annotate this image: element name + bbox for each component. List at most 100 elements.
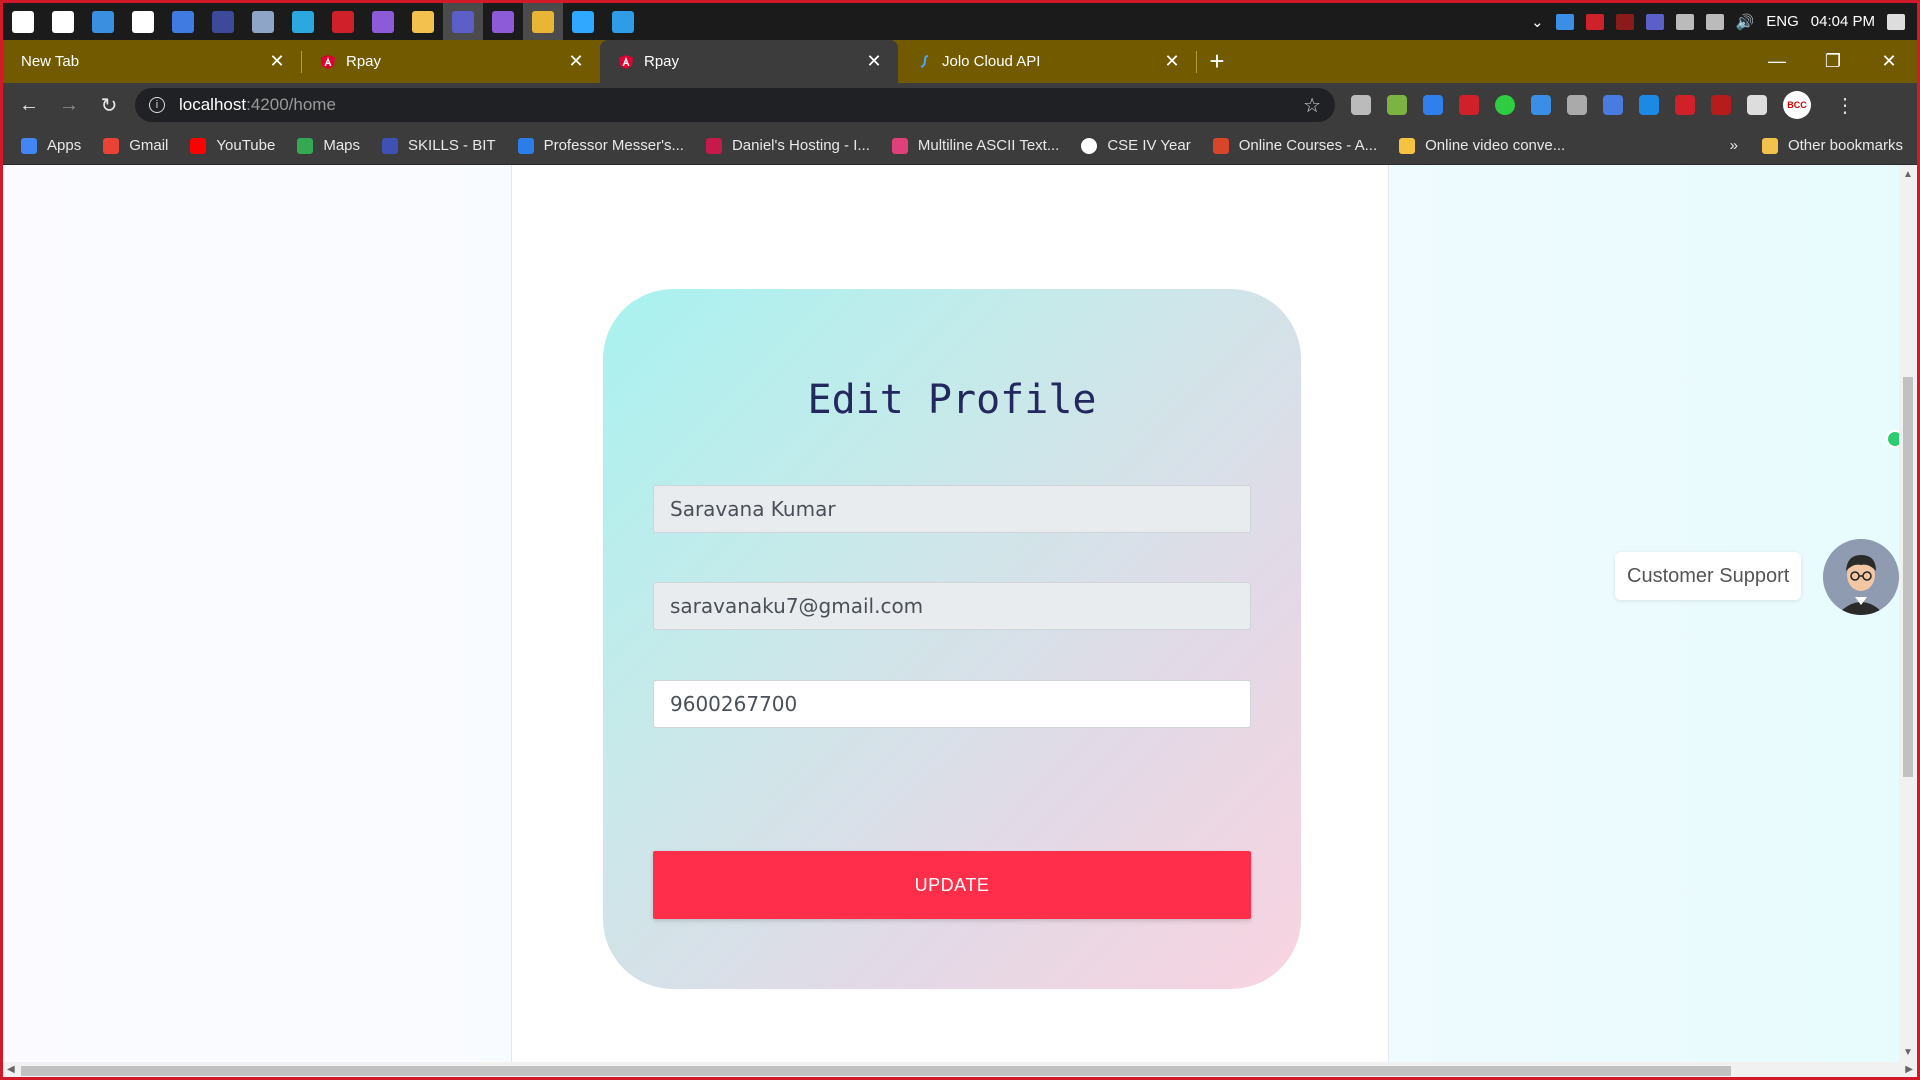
translate-extension-icon[interactable] xyxy=(1603,95,1623,115)
clock[interactable]: 04:04 PM xyxy=(1811,13,1875,30)
profile-avatar[interactable]: BCC xyxy=(1783,91,1811,119)
new-tab-button[interactable]: + xyxy=(1197,40,1237,83)
horizontal-scroll-thumb[interactable] xyxy=(21,1066,1731,1076)
tray-chevron-icon[interactable]: ⌄ xyxy=(1531,13,1544,31)
bookmark-label: Apps xyxy=(47,137,82,154)
tab-close-icon[interactable]: ✕ xyxy=(566,51,586,72)
bookmark-label: Online video conve... xyxy=(1425,137,1566,154)
extension-icon[interactable] xyxy=(1711,95,1731,115)
minimize-icon[interactable]: — xyxy=(1749,40,1805,83)
extension-icon[interactable] xyxy=(1423,95,1443,115)
store-icon[interactable] xyxy=(83,3,123,40)
vertical-scroll-thumb[interactable] xyxy=(1903,377,1913,777)
bookmark-item[interactable]: SKILLS - BIT xyxy=(382,137,496,154)
tray-app-2-icon[interactable] xyxy=(1615,13,1634,30)
network-icon[interactable] xyxy=(1705,13,1724,30)
task-view-icon[interactable] xyxy=(43,3,83,40)
bookmark-label: Multiline ASCII Text... xyxy=(917,137,1060,154)
browser-tab[interactable]: Rpay ✕ xyxy=(600,40,898,83)
extension-icon[interactable] xyxy=(1459,95,1479,115)
extension-icon[interactable] xyxy=(1495,95,1515,115)
bookmark-item[interactable]: CSE IV Year xyxy=(1081,137,1191,154)
customer-support-label[interactable]: Customer Support xyxy=(1615,552,1802,600)
bookmark-item[interactable]: YouTube xyxy=(190,137,275,154)
angular-icon xyxy=(320,54,336,70)
dots-app-icon[interactable] xyxy=(203,3,243,40)
browser-tab[interactable]: Rpay ✕ xyxy=(302,40,600,83)
tray-app-icon[interactable] xyxy=(1585,13,1604,30)
red-app-icon[interactable] xyxy=(323,3,363,40)
drive-extension-icon[interactable] xyxy=(1567,95,1587,115)
scroll-right-icon[interactable]: ▶ xyxy=(1905,1064,1913,1075)
extension-icon[interactable] xyxy=(1675,95,1695,115)
reload-icon[interactable]: ↻ xyxy=(89,83,129,127)
extension-icon[interactable] xyxy=(1531,95,1551,115)
tab-close-icon[interactable]: ✕ xyxy=(864,51,884,72)
notifications-icon[interactable] xyxy=(1887,13,1905,30)
photoshop-icon[interactable] xyxy=(563,3,603,40)
photos-icon[interactable] xyxy=(243,3,283,40)
scroll-left-icon[interactable]: ◀ xyxy=(7,1064,15,1075)
bookmarks-overflow-icon[interactable]: » xyxy=(1730,137,1738,154)
edge-icon-glyph xyxy=(292,10,314,33)
scroll-up-icon[interactable]: ▲ xyxy=(1899,169,1917,180)
bookmark-item[interactable]: Apps xyxy=(21,137,81,154)
email-field[interactable]: saravanaku7@gmail.com xyxy=(653,582,1251,630)
extension-icon[interactable] xyxy=(1387,95,1407,115)
bookmark-item[interactable]: Gmail xyxy=(103,137,168,154)
notion-icon-glyph xyxy=(132,10,154,33)
bookmark-star-icon[interactable]: ☆ xyxy=(1303,93,1321,118)
name-field[interactable]: Saravana Kumar xyxy=(653,485,1251,533)
restore-icon[interactable]: ❐ xyxy=(1805,40,1861,83)
horizontal-scrollbar[interactable]: ◀ ▶ xyxy=(3,1062,1917,1077)
courses-icon xyxy=(1212,137,1229,154)
onedrive-icon[interactable] xyxy=(1555,13,1574,30)
messer-icon xyxy=(517,137,534,154)
edge-icon[interactable] xyxy=(283,3,323,40)
tab-close-icon[interactable]: ✕ xyxy=(1162,51,1182,72)
browser-menu-icon[interactable]: ⋮ xyxy=(1835,93,1855,118)
forward-icon[interactable]: → xyxy=(49,83,89,127)
bookmark-label: Professor Messer's... xyxy=(543,137,684,154)
jolo-icon xyxy=(916,54,932,70)
close-window-icon[interactable]: ✕ xyxy=(1861,40,1917,83)
bookmark-label: Maps xyxy=(323,137,361,154)
vertical-scrollbar[interactable]: ▲ ▼ xyxy=(1899,165,1917,1062)
bookmark-item[interactable]: Maps xyxy=(297,137,360,154)
teams-icon[interactable] xyxy=(443,3,483,40)
language-indicator[interactable]: ENG xyxy=(1766,13,1799,30)
bookmark-item[interactable]: Professor Messer's... xyxy=(517,137,684,154)
incognito-extension-icon[interactable] xyxy=(1351,95,1371,115)
visual-studio-icon[interactable] xyxy=(363,3,403,40)
visual-studio-2-icon[interactable] xyxy=(483,3,523,40)
browser-tab[interactable]: New Tab ✕ xyxy=(3,40,301,83)
update-button[interactable]: UPDATE xyxy=(653,851,1251,919)
vscode-icon[interactable] xyxy=(603,3,643,40)
chrome-icon[interactable] xyxy=(523,3,563,40)
bookmark-item[interactable]: Multiline ASCII Text... xyxy=(891,137,1060,154)
bookmarks-bar: Apps Gmail YouTube Maps SKILLS - BIT Professo… xyxy=(3,127,1917,165)
support-avatar[interactable] xyxy=(1823,539,1899,615)
bookmark-item[interactable]: Daniel's Hosting - I... xyxy=(705,137,870,154)
scroll-down-icon[interactable]: ▼ xyxy=(1899,1047,1917,1058)
support-agent-icon xyxy=(1823,539,1899,615)
notion-icon[interactable] xyxy=(123,3,163,40)
address-bar[interactable]: i localhost:4200/home ☆ xyxy=(135,88,1335,122)
other-bookmarks[interactable]: Other bookmarks xyxy=(1761,137,1903,154)
extension-icon[interactable] xyxy=(1639,95,1659,115)
start-icon[interactable] xyxy=(3,3,43,40)
browser-tab[interactable]: Jolo Cloud API ✕ xyxy=(898,40,1196,83)
tab-close-icon[interactable]: ✕ xyxy=(267,51,287,72)
site-info-icon[interactable]: i xyxy=(149,97,165,113)
phone-field[interactable]: 9600267700 xyxy=(653,680,1251,728)
tablet-icon[interactable] xyxy=(163,3,203,40)
tab-title: Rpay xyxy=(346,53,382,70)
extensions-puzzle-icon[interactable] xyxy=(1747,95,1767,115)
bookmark-item[interactable]: Online Courses - A... xyxy=(1212,137,1377,154)
bookmark-item[interactable]: Online video conve... xyxy=(1399,137,1565,154)
teams-tray-icon[interactable] xyxy=(1645,13,1664,30)
back-icon[interactable]: ← xyxy=(9,83,49,127)
volume-icon[interactable]: 🔊 xyxy=(1736,13,1755,31)
file-explorer-icon[interactable] xyxy=(403,3,443,40)
battery-icon[interactable] xyxy=(1675,13,1694,30)
